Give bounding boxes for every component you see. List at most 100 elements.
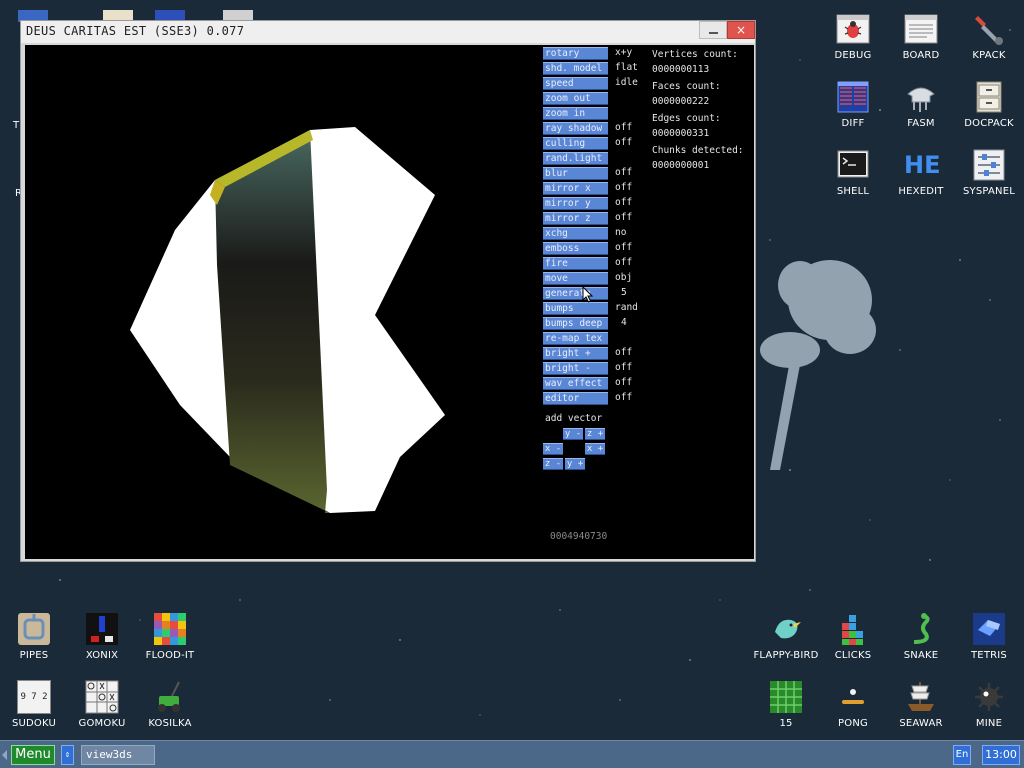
- control-button-mirror-z[interactable]: mirror z: [543, 212, 608, 225]
- desktop-icon-label: PONG: [838, 718, 868, 729]
- desktop-icon-kosilka[interactable]: KOSILKA: [136, 680, 204, 729]
- debug-bug-icon: [836, 14, 870, 44]
- seawar-ship-icon: [908, 682, 934, 711]
- control-button-bumps-deep[interactable]: bumps deep: [543, 317, 608, 330]
- render-canvas[interactable]: rotary x+y shd. model flat speed idle zo…: [25, 45, 754, 559]
- shell-terminal-icon: [837, 150, 869, 178]
- clock[interactable]: 13:00: [982, 745, 1020, 765]
- desktop-icon-mine[interactable]: MINE: [955, 680, 1023, 729]
- control-value: off: [615, 392, 633, 403]
- fasm-icon: [907, 87, 935, 112]
- desktop-icon-label: FLOOD-IT: [145, 650, 195, 661]
- vector-y-minus-button[interactable]: y -: [563, 428, 583, 440]
- desktop-icon-docpack[interactable]: DOCPACK: [955, 80, 1023, 129]
- control-button-emboss[interactable]: emboss: [543, 242, 608, 255]
- control-button-speed[interactable]: speed: [543, 77, 608, 90]
- desktop-icon-label: KOSILKA: [148, 718, 192, 729]
- desktop-icon-flappy-bird[interactable]: FLAPPY-BIRD: [751, 612, 821, 661]
- desktop-icon-board[interactable]: BOARD: [887, 12, 955, 61]
- view3ds-window[interactable]: DEUS CARITAS EST (SSE3) 0.077 × rotary x…: [20, 20, 756, 562]
- window-titlebar[interactable]: DEUS CARITAS EST (SSE3) 0.077 ×: [21, 21, 755, 43]
- desktop-icon-pong[interactable]: PONG: [819, 680, 887, 729]
- control-button-generate[interactable]: generate: [543, 287, 608, 300]
- minimize-button[interactable]: [699, 21, 727, 39]
- sudoku-icon: 9 7 2: [17, 680, 51, 714]
- taskbar: Menu ⇕ view3ds En 13:00: [0, 740, 1024, 768]
- desktop-icon-fasm[interactable]: FASM: [887, 80, 955, 129]
- control-button-bright-plus[interactable]: bright +: [543, 347, 608, 360]
- control-button-fire[interactable]: fire: [543, 257, 608, 270]
- control-button-wav-effect[interactable]: wav effect: [543, 377, 608, 390]
- control-value: rand: [615, 302, 638, 313]
- chunks-detected-value: 0000000001: [652, 160, 710, 171]
- mine-icon: [975, 683, 1003, 711]
- desktop-icon-pipes[interactable]: PIPES: [0, 612, 68, 661]
- control-button-blur[interactable]: blur: [543, 167, 608, 180]
- desktop-icon-debug[interactable]: DEBUG: [819, 12, 887, 61]
- desktop-icon-syspanel[interactable]: SYSPANEL: [955, 148, 1023, 197]
- docpack-cabinet-icon: [976, 81, 1002, 113]
- control-value: off: [615, 122, 633, 133]
- taskbar-scroll-left-icon[interactable]: [2, 750, 7, 760]
- control-button-mirror-x[interactable]: mirror x: [543, 182, 608, 195]
- language-indicator[interactable]: En: [953, 745, 971, 765]
- desktop-icon-tetris[interactable]: TETRIS: [955, 612, 1023, 661]
- flappy-bird-icon: [775, 619, 801, 639]
- desktop-icon-15[interactable]: 15: [751, 680, 821, 729]
- desktop-icon-label: TETRIS: [971, 650, 1007, 661]
- faces-count-label: Faces count:: [652, 81, 721, 92]
- pipes-icon: [18, 613, 50, 645]
- menu-button[interactable]: Menu: [11, 745, 55, 765]
- control-button-shd-model[interactable]: shd. model: [543, 62, 608, 75]
- desktop-icon-label: DIFF: [841, 118, 865, 129]
- desktop-icon-kpack[interactable]: KPACK: [955, 12, 1023, 61]
- desktop-icon-label: SHELL: [836, 186, 870, 197]
- desktop-icon-hexedit[interactable]: HE HEXEDIT: [887, 148, 955, 197]
- minimize-icon: [709, 32, 718, 34]
- desktop-icon-label: SNAKE: [903, 650, 939, 661]
- vector-y-plus-button[interactable]: y +: [565, 458, 585, 470]
- syspanel-sliders-icon: [973, 149, 1005, 181]
- desktop-icon-flood-it[interactable]: FLOOD-IT: [136, 612, 204, 661]
- taskbar-item-view3ds[interactable]: view3ds: [81, 745, 155, 765]
- control-value: x+y: [615, 47, 633, 58]
- frame-counter: 0004940730: [550, 531, 608, 542]
- desktop-icon-diff[interactable]: DIFF: [819, 80, 887, 129]
- control-button-culling[interactable]: culling: [543, 137, 608, 150]
- control-button-bumps[interactable]: bumps: [543, 302, 608, 315]
- vector-z-minus-button[interactable]: z -: [543, 458, 563, 470]
- desktop-icon-sudoku[interactable]: 9 7 2 SUDOKU: [0, 680, 68, 729]
- close-button[interactable]: ×: [727, 21, 755, 39]
- vector-x-plus-button[interactable]: x +: [585, 443, 605, 455]
- flood-it-icon: [154, 613, 186, 645]
- control-button-mirror-y[interactable]: mirror y: [543, 197, 608, 210]
- kosilka-mower-icon: [158, 681, 180, 712]
- desktop-icon-label: DEBUG: [834, 50, 872, 61]
- desktop-icon-xonix[interactable]: XONIX: [68, 612, 136, 661]
- vector-z-plus-button[interactable]: z +: [585, 428, 605, 440]
- xonix-icon: [86, 613, 118, 645]
- vector-x-minus-button[interactable]: x -: [543, 443, 563, 455]
- control-button-rotary[interactable]: rotary: [543, 47, 608, 60]
- control-button-bright-minus[interactable]: bright -: [543, 362, 608, 375]
- control-button-ray-shadow[interactable]: ray shadow: [543, 122, 608, 135]
- control-button-re-map-tex[interactable]: re-map tex: [543, 332, 608, 345]
- tetris-icon: [973, 613, 1005, 645]
- desktop-icon-clicks[interactable]: CLICKS: [819, 612, 887, 661]
- desktop-icon-seawar[interactable]: SEAWAR: [887, 680, 955, 729]
- control-button-move[interactable]: move: [543, 272, 608, 285]
- window-title: DEUS CARITAS EST (SSE3) 0.077: [26, 24, 245, 38]
- control-button-editor[interactable]: editor: [543, 392, 608, 405]
- chunks-detected-label: Chunks detected:: [652, 145, 744, 156]
- desktop-icon-snake[interactable]: SNAKE: [887, 612, 955, 661]
- task-switch-icon[interactable]: ⇕: [61, 745, 74, 765]
- control-value: idle: [615, 77, 638, 88]
- desktop-icon-shell[interactable]: SHELL: [819, 148, 887, 197]
- desktop-icon-gomoku[interactable]: GOMOKU: [68, 680, 136, 729]
- control-button-xchg[interactable]: xchg: [543, 227, 608, 240]
- control-button-rand-light[interactable]: rand.light: [543, 152, 608, 165]
- control-button-zoom-in[interactable]: zoom in: [543, 107, 608, 120]
- desktop-icon-label: SYSPANEL: [962, 186, 1015, 197]
- control-button-zoom-out[interactable]: zoom out: [543, 92, 608, 105]
- control-value: off: [615, 197, 633, 208]
